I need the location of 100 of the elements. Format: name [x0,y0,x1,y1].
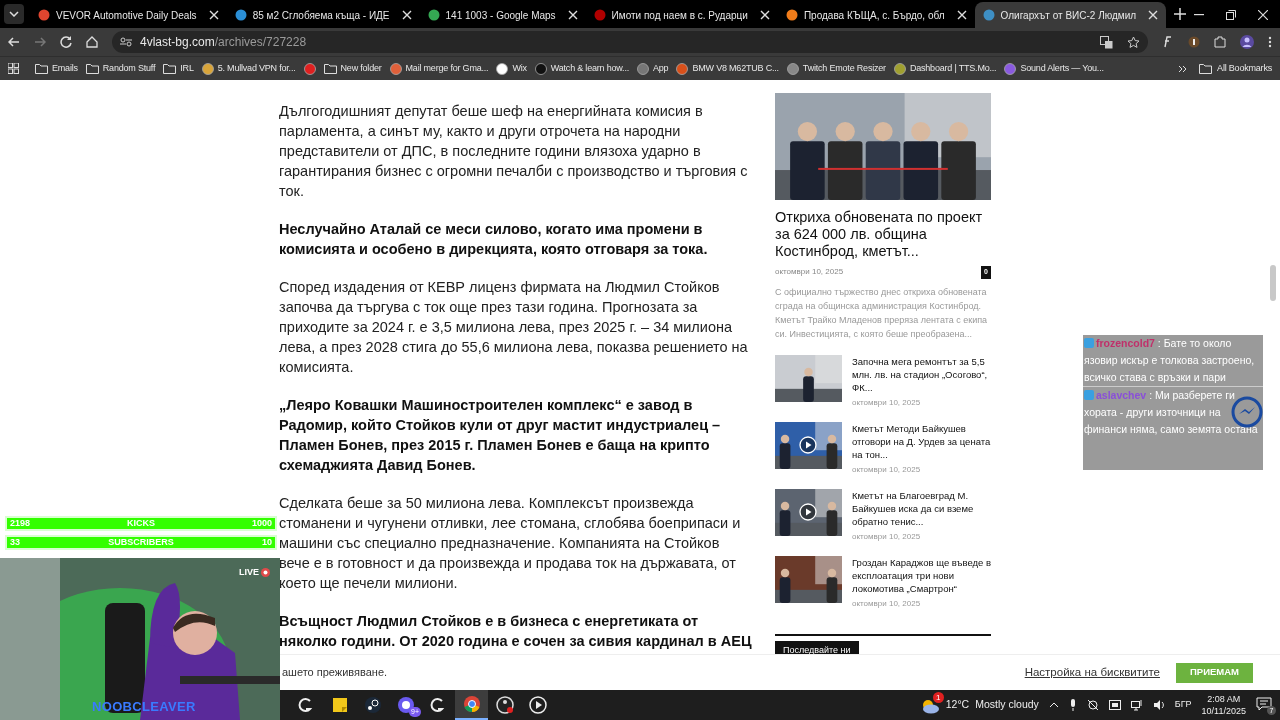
play-icon[interactable] [799,502,817,521]
folder-icon [323,63,337,74]
notifications-icon[interactable] [1256,697,1272,711]
temperature-text: 12°C [945,697,970,713]
star-icon[interactable] [1127,35,1140,49]
browser-tab[interactable]: 141 1003 - Google Maps [419,2,586,28]
forward-icon[interactable] [34,36,46,48]
live-label: LIVE [239,566,259,579]
bookmark-item[interactable]: Watch & learn how... [534,61,629,76]
reload-icon[interactable] [60,36,72,48]
microphone-icon[interactable] [1068,699,1077,711]
browser-tab[interactable]: Продава КЪЩА, с. Бърдо, обл [777,2,975,28]
close-icon[interactable] [1148,10,1159,20]
article-date: октомври 10, 2025 [852,397,922,408]
article-excerpt: С официално тържество днес откриха обновената сграда на общинска администрация Костинброд. Кметът Трайко Младенов преряза лентата с екипа си. Инвестицията, с която беше преобразена... [775,285,989,341]
news-item-title[interactable]: Кметът на Благоевград М. Байкушев иска да си вземе обратно тенис... [852,488,991,528]
browser-tab[interactable]: VEVOR Automotive Daily Deals [30,2,227,28]
counter-value: 33 [10,535,20,549]
close-icon[interactable] [759,10,770,20]
url-text: 4vlast-bg.com/archives/727228 [140,34,307,51]
close-icon[interactable] [956,10,967,20]
play-icon [527,695,548,715]
bookmark-icon[interactable] [303,62,316,75]
address-bar[interactable]: 4vlast-bg.com/archives/727228 [112,31,1148,53]
chat-message: frozencold7 : Бате то около язовир искър е толкова застроено, всичко става с връзки и пари [1083,336,1256,385]
restore-icon[interactable] [1226,10,1236,20]
bookmark-item[interactable]: 5. Mullvad VPN for... [201,61,296,76]
profile-avatar-icon[interactable] [1240,35,1254,49]
article-date: октомври 10, 2025 [775,266,844,279]
tab-title: VEVOR Automotive Daily Deals [56,8,198,23]
volume-icon[interactable] [1152,699,1165,711]
caret-icon[interactable] [1048,702,1059,708]
article-paragraph: Всъщност Людмил Стойков е в бизнеса с енергетиката от няколко години. От 2020 година е сочен за сивия кардинал в АЕЦ [279,612,753,651]
close-icon[interactable] [1258,10,1268,20]
chevron-icon[interactable] [1178,64,1188,73]
translate-icon[interactable] [1100,35,1113,49]
tab-title: Продава КЪЩА, с. Бърдо, обл [803,8,946,23]
news-item-title[interactable]: Започна мега ремонтът за 5,5 млн. лв. на стадион „Осогово“, ФК... [852,354,991,394]
chat-message: aslavchev : Ми разберете ги хората - други източници на финанси няма, само земята остана [1083,386,1263,438]
bookmark-item[interactable]: Dashboard | TTS.Mo... [893,61,997,76]
bookmark-item[interactable]: Wix [496,61,527,76]
bookmark-item[interactable]: Twitch Emote Resizer [786,61,886,76]
bookmark-item[interactable]: New folder [323,61,382,76]
display-icon[interactable] [1108,699,1121,711]
site-info-icon[interactable] [120,37,132,47]
tab-title: Олигархът от ВИС-2 Людмил [1000,8,1138,23]
formula-icon[interactable] [1162,36,1174,48]
clock[interactable]: 2:08 AM 10/11/2025 [1201,693,1246,717]
minimize-icon[interactable] [1194,14,1204,16]
browser-tab[interactable]: Имоти под наем в с. Рударци [585,2,778,28]
bookmark-item[interactable]: Mail merge for Gma... [389,61,489,76]
date-text: 10/11/2025 [1201,705,1246,717]
close-icon[interactable] [208,10,219,20]
network-icon[interactable] [1130,699,1143,711]
new-tab-icon[interactable] [1174,8,1187,20]
close-icon[interactable] [401,10,412,20]
extension-icon[interactable] [1188,36,1200,48]
home-icon[interactable] [86,36,98,48]
bookmark-item[interactable]: App [637,61,669,76]
scrollbar-thumb[interactable] [1270,265,1276,301]
user-badge-icon [1084,338,1094,348]
muted-icon[interactable] [1086,699,1099,711]
counter-goal: 1000 [251,516,272,530]
user-badge-icon [1084,390,1094,400]
apps-icon[interactable] [8,63,19,74]
browser-tab[interactable]: Олигархът от ВИС-2 Людмил [974,2,1167,28]
featured-article-title[interactable]: Откриха обновената по проект за 624 000 лв. община Костинброд, кметът... [775,209,991,260]
article-date: октомври 10, 2025 [852,598,922,609]
article-date: октомври 10, 2025 [852,531,922,542]
all-bookmarks-button[interactable]: All Bookmarks [1199,61,1272,76]
counter-label: KICKS [126,516,156,530]
article-paragraph: Дългогодишният депутат беше шеф на енергийната комисия в парламента, а синът му, както и други отрочета на народни представители от ДПС, в последните години влязоха ударно в гарантирания бизнес с огромни печалби с производство и търговия с ток. [279,102,749,201]
cookie-text: ашето преживяване. [282,665,388,681]
folder-icon [85,63,99,74]
tab-title: 85 м2 Сглобяема къща - ИДЕ [252,8,391,23]
bookmark-item[interactable]: Emails [35,61,78,76]
tab-list-button[interactable] [4,4,24,24]
language-indicator[interactable]: БГР [1174,698,1192,712]
tab-title: Имоти под наем в с. Рударци [611,8,749,23]
back-icon[interactable] [8,36,20,48]
bookmark-item[interactable]: IRL [163,61,194,76]
bookmark-item[interactable]: Random Stuff [85,61,156,76]
tab-title: 141 1003 - Google Maps [445,8,557,23]
folder-icon [35,63,48,74]
article-paragraph: Според издадения от КЕВР лиценз фирмата на Людмил Стойков започва да търгува с ток още през тази година. Прогнозата за приходите за 2024 г. е 3,5 милиона лева, през 2025 г. – 34 милиона лева, а през 2028 стига до 55,6 милиона лева, показва решението на комисията. [279,278,749,377]
counter-goal: 10 [262,535,272,549]
close-icon[interactable] [567,10,578,20]
weather-condition: Mostly cloudy [975,697,1039,713]
taskbar-app[interactable] [455,690,488,720]
bookmark-item[interactable]: BMW V8 M62TUB C... [676,61,779,76]
browser-tab[interactable]: 85 м2 Сглобяема къща - ИДЕ [226,2,420,28]
menu-icon[interactable] [1268,36,1272,48]
counter-value: 2198 [10,516,31,530]
bookmark-item[interactable]: Sound Alerts — You... [1004,61,1104,76]
news-item-title[interactable]: Гроздан Караджов ще въведе в експлоатация три нови локомотива „Смартрон“ [852,555,991,595]
cookie-settings-link[interactable]: Настройка на бисквитите [1024,663,1160,682]
article-paragraph: Сделката беше за 50 милиона лева. Комплексът произвежда стоманени и чугунени отливки, лее стомана, сглобява боеприпаси и машини със специално предназначение. Компанията на Стойков вече е в готовност и да произвежда и продава ток на държавата, от което ще печели милиони. [279,494,742,593]
article-date: октомври 10, 2025 [852,464,922,475]
news-item-title[interactable]: Кметът Методи Байкушев отговори на Д. Урдев за цената на тон... [852,421,991,461]
play-icon[interactable] [799,435,817,454]
